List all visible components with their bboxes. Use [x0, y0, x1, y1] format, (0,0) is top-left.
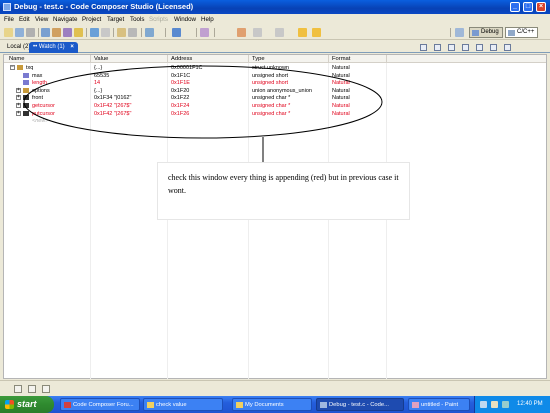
- print-icon[interactable]: [26, 28, 35, 37]
- connect-icon[interactable]: [74, 28, 83, 37]
- windows-logo-icon: [5, 400, 14, 409]
- menu-navigate[interactable]: Navigate: [53, 16, 77, 23]
- menu-scripts[interactable]: Scripts: [149, 16, 168, 23]
- browser-icon: [64, 402, 71, 408]
- task-check-value[interactable]: check value: [143, 398, 223, 411]
- forward-icon[interactable]: [312, 28, 321, 37]
- watch-icon: ••: [33, 44, 38, 50]
- close-window-button[interactable]: ×: [536, 2, 546, 12]
- annotation-note: check this window every thing is appendi…: [157, 162, 410, 220]
- menu-project[interactable]: Project: [82, 16, 101, 23]
- trim-icon[interactable]: [28, 385, 36, 393]
- minimize-button[interactable]: _: [510, 2, 520, 12]
- open-perspective-icon[interactable]: [455, 28, 464, 37]
- menu-bar: File Edit View Navigate Project Target T…: [0, 14, 550, 25]
- back-icon[interactable]: [298, 28, 307, 37]
- build-icon[interactable]: [41, 28, 50, 37]
- register-icon[interactable]: [128, 28, 137, 37]
- start-button[interactable]: start: [0, 396, 54, 413]
- task-debug-test[interactable]: Debug - test.c - Code...: [316, 398, 404, 411]
- close-tab-icon[interactable]: ×: [70, 44, 74, 50]
- status-bar: [0, 380, 550, 396]
- minimize-view-icon[interactable]: [420, 44, 427, 51]
- debug-target-icon[interactable]: [63, 28, 72, 37]
- clock: 12:40 PM: [517, 401, 543, 407]
- menu-edit[interactable]: Edit: [19, 16, 30, 23]
- pin-icon[interactable]: [237, 28, 246, 37]
- perspective-cc-button[interactable]: C/C++: [505, 27, 539, 38]
- bug-icon: [472, 30, 479, 36]
- menu-target[interactable]: Target: [107, 16, 124, 23]
- run-menu-icon[interactable]: [145, 28, 154, 37]
- folder-icon: [236, 402, 243, 408]
- console-icon[interactable]: [42, 385, 50, 393]
- task-code-composer-forum[interactable]: Code Composer Foru...: [60, 398, 140, 411]
- folder-icon: [147, 402, 154, 408]
- refresh-icon[interactable]: [462, 44, 469, 51]
- new-icon[interactable]: [4, 28, 13, 37]
- volume-icon[interactable]: [491, 401, 498, 408]
- prev-annotation-icon[interactable]: [275, 28, 284, 37]
- menu-file[interactable]: File: [4, 16, 14, 23]
- tab-watch[interactable]: •• Watch (1) ×: [29, 42, 78, 53]
- open-view-icon[interactable]: [90, 28, 99, 37]
- windows-taskbar: start Code Composer Foru... check value …: [0, 396, 550, 413]
- menu-tools[interactable]: Tools: [130, 16, 144, 23]
- system-tray: 12:40 PM: [474, 396, 550, 413]
- paint-icon: [412, 402, 419, 408]
- app-icon: [3, 3, 11, 11]
- memory-icon[interactable]: [117, 28, 126, 37]
- menu-window[interactable]: Window: [174, 16, 196, 23]
- security-icon[interactable]: [502, 401, 509, 408]
- window-title: Debug - test.c - Code Composer Studio (L…: [14, 2, 194, 11]
- step-icon[interactable]: [101, 28, 110, 37]
- menu-help[interactable]: Help: [201, 16, 214, 23]
- cc-icon: [508, 30, 515, 36]
- maximize-view-icon[interactable]: [434, 44, 441, 51]
- title-bar: Debug - test.c - Code Composer Studio (L…: [0, 0, 550, 14]
- application-window: Debug - test.c - Code Composer Studio (L…: [0, 0, 550, 396]
- fast-view-icon[interactable]: [14, 385, 22, 393]
- view-menu-icon[interactable]: [504, 44, 511, 51]
- next-annotation-icon[interactable]: [253, 28, 262, 37]
- collapse-all-icon[interactable]: [476, 44, 483, 51]
- save-icon[interactable]: [15, 28, 24, 37]
- remove-watch-icon[interactable]: [490, 44, 497, 51]
- annotation-ellipse: [23, 65, 383, 163]
- ccs-icon: [320, 402, 327, 408]
- view-tab-bar: Local (2) •• Watch (1) ×: [0, 41, 550, 53]
- tools-icon[interactable]: [200, 28, 209, 37]
- network-icon[interactable]: [480, 401, 487, 408]
- rebuild-icon[interactable]: [52, 28, 61, 37]
- task-my-documents[interactable]: My Documents: [232, 398, 312, 411]
- add-watch-icon[interactable]: [448, 44, 455, 51]
- perspective-debug-button[interactable]: Debug: [469, 27, 503, 38]
- main-toolbar: Debug C/C++: [0, 25, 550, 40]
- maximize-button[interactable]: □: [523, 2, 533, 12]
- menu-view[interactable]: View: [35, 16, 48, 23]
- search-icon[interactable]: [172, 28, 181, 37]
- task-untitled-paint[interactable]: untitled - Paint: [408, 398, 470, 411]
